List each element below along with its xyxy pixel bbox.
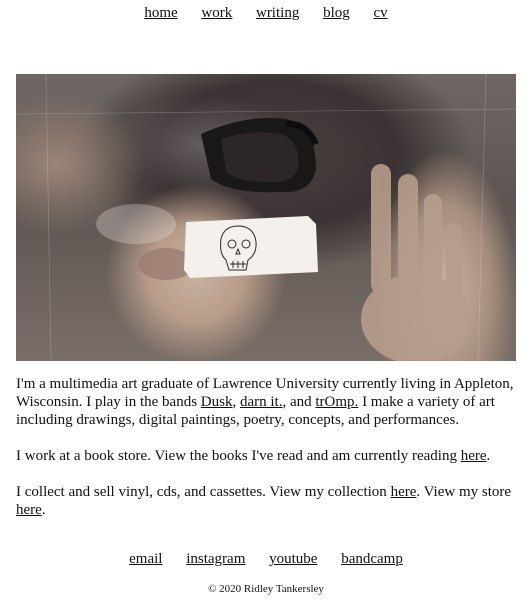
glasses-shape: [201, 118, 319, 193]
store-here-link[interactable]: here: [16, 502, 42, 518]
nav-home-link[interactable]: home: [144, 5, 177, 21]
store-text: . View my store: [416, 484, 512, 500]
youtube-link[interactable]: youtube: [269, 551, 317, 567]
nav-blog-link[interactable]: blog: [323, 5, 350, 21]
collection-here-link[interactable]: here: [391, 484, 417, 500]
top-navigation: home work writing blog cv: [0, 5, 532, 22]
nav-cv-link[interactable]: cv: [374, 5, 388, 21]
bandcamp-link[interactable]: bandcamp: [341, 551, 403, 567]
books-text: I work at a book store. View the books I…: [16, 448, 461, 464]
band-dusk-link[interactable]: Dusk: [201, 394, 233, 410]
period-text: .: [41, 502, 46, 518]
copyright-footer: © 2020 Ridley Tankersley: [208, 583, 324, 595]
bio-paragraph-bands: I'm a multimedia art graduate of Lawrenc…: [16, 375, 516, 429]
skull-drawing-paper: [184, 216, 318, 278]
email-link[interactable]: email: [129, 551, 162, 567]
books-here-link[interactable]: here: [461, 448, 487, 464]
band-tromp-link[interactable]: trOmp.: [315, 394, 358, 410]
separator-text: , and: [282, 394, 316, 410]
records-text: I collect and sell vinyl, cds, and casse…: [16, 484, 391, 500]
separator-text: ,: [232, 394, 240, 410]
bio-paragraph-books: I work at a book store. View the books I…: [16, 447, 516, 465]
hand-shape: [361, 164, 471, 361]
nav-writing-link[interactable]: writing: [256, 5, 299, 21]
band-darn-it-link[interactable]: darn it.: [240, 394, 283, 410]
social-links: email instagram youtube bandcamp: [0, 551, 532, 568]
bio-section: I'm a multimedia art graduate of Lawrenc…: [16, 375, 516, 537]
nav-work-link[interactable]: work: [201, 5, 232, 21]
hero-photo: [16, 74, 516, 361]
bio-paragraph-records: I collect and sell vinyl, cds, and casse…: [16, 483, 516, 519]
hero-photo-art: [16, 74, 516, 361]
instagram-link[interactable]: instagram: [186, 551, 245, 567]
period-text: .: [486, 448, 491, 464]
